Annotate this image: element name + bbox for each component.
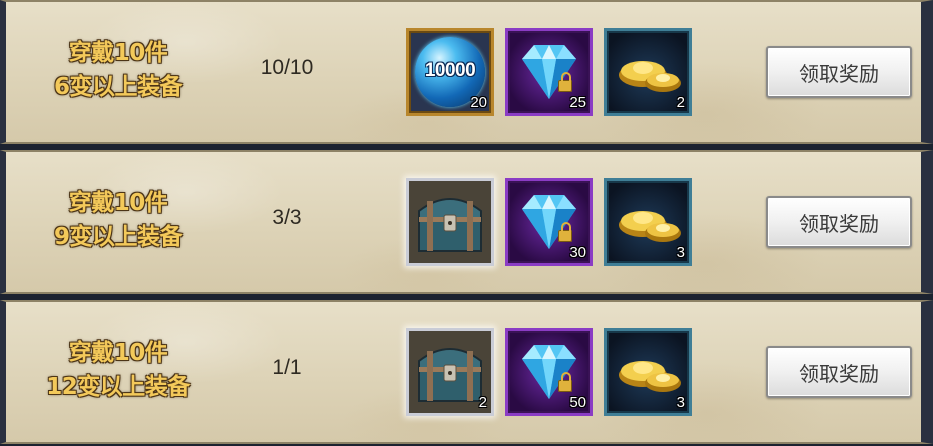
requirement-text: 穿戴10件 12变以上装备 — [6, 336, 230, 404]
requirement-line-2: 9变以上装备 — [53, 224, 183, 250]
item-count: 20 — [470, 94, 487, 111]
reward-slot-orb[interactable]: 10000 20 — [406, 28, 494, 116]
requirement-text: 穿戴10件 6变以上装备 — [6, 36, 230, 104]
claim-reward-button[interactable]: 领取奖励 — [766, 346, 912, 398]
claim-reward-button[interactable]: 领取奖励 — [766, 196, 912, 248]
reward-row: 穿戴10件 6变以上装备 10/10 10000 20 25 2 领取奖励 — [0, 0, 933, 144]
claim-reward-button[interactable]: 领取奖励 — [766, 46, 912, 98]
progress-text: 10/10 — [260, 56, 314, 79]
item-count: 50 — [569, 394, 586, 411]
reward-panel: 穿戴10件 6变以上装备 10/10 10000 20 25 2 领取奖励 穿戴… — [0, 0, 933, 446]
requirement-line-1: 穿戴10件 — [68, 40, 168, 66]
reward-row: 穿戴10件 9变以上装备 3/3 30 3 领取奖励 — [0, 150, 933, 294]
item-count: 2 — [676, 94, 685, 111]
item-count: 30 — [569, 244, 586, 261]
reward-row: 穿戴10件 12变以上装备 1/1 2 50 3 领取奖励 — [0, 300, 933, 444]
reward-slot-diamond[interactable]: 50 — [505, 328, 593, 416]
orb-amount-label: 10000 — [424, 60, 476, 81]
reward-slot-chest[interactable]: 2 — [406, 328, 494, 416]
reward-slot-chest[interactable] — [406, 178, 494, 266]
item-count: 2 — [478, 394, 487, 411]
treasure-chest-icon — [409, 181, 491, 263]
item-count: 3 — [676, 394, 685, 411]
reward-slot-diamond[interactable]: 25 — [505, 28, 593, 116]
progress-text: 3/3 — [272, 206, 302, 229]
requirement-line-1: 穿戴10件 — [68, 340, 168, 366]
lock-icon — [558, 72, 572, 92]
item-count: 25 — [569, 94, 586, 111]
lock-icon — [558, 222, 572, 242]
requirement-line-2: 12变以上装备 — [46, 374, 190, 400]
reward-slot-gold[interactable]: 3 — [604, 328, 692, 416]
requirement-line-1: 穿戴10件 — [68, 190, 168, 216]
progress-text: 1/1 — [272, 356, 302, 379]
requirement-line-2: 6变以上装备 — [53, 74, 183, 100]
requirement-text: 穿戴10件 9变以上装备 — [6, 186, 230, 254]
reward-slot-gold[interactable]: 3 — [604, 178, 692, 266]
reward-slot-gold[interactable]: 2 — [604, 28, 692, 116]
reward-slot-diamond[interactable]: 30 — [505, 178, 593, 266]
lock-icon — [558, 372, 572, 392]
item-count: 3 — [676, 244, 685, 261]
